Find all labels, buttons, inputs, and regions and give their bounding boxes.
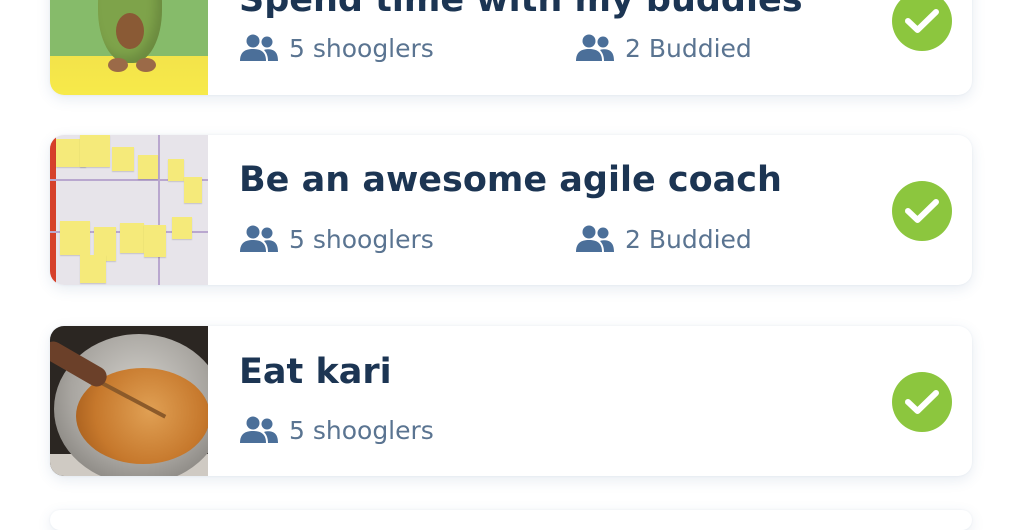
complete-check-button[interactable] — [892, 0, 952, 51]
shooglers-count: 5 shooglers — [239, 222, 434, 256]
goal-image-cooking-bowl — [50, 326, 208, 476]
shooglers-label: 5 shooglers — [289, 33, 434, 63]
goal-card[interactable]: Be an awesome agile coach 5 shooglers 2 … — [50, 135, 972, 285]
goal-image-whiteboard — [50, 135, 208, 285]
goal-list: Spend time with my buddies 5 shooglers 2… — [0, 0, 1024, 530]
checkmark-icon — [905, 390, 939, 414]
goal-title: Eat kari — [239, 352, 392, 392]
complete-check-button[interactable] — [892, 372, 952, 432]
people-icon — [575, 34, 615, 62]
goal-card[interactable]: Eat kari 5 shooglers — [50, 326, 972, 476]
goal-title: Spend time with my buddies — [239, 0, 803, 20]
goal-card[interactable]: Spend time with my buddies 5 shooglers 2… — [50, 0, 972, 95]
checkmark-icon — [905, 9, 939, 33]
goal-card[interactable] — [50, 510, 972, 530]
shooglers-count: 5 shooglers — [239, 413, 434, 447]
buddied-label: 2 Buddied — [625, 33, 752, 63]
shooglers-count: 5 shooglers — [239, 31, 434, 65]
people-icon — [239, 416, 279, 444]
goal-title: Be an awesome agile coach — [239, 160, 782, 200]
buddied-count: 2 Buddied — [575, 31, 752, 65]
goal-image-avocado — [50, 0, 208, 95]
people-icon — [239, 34, 279, 62]
people-icon — [575, 225, 615, 253]
buddied-count: 2 Buddied — [575, 222, 752, 256]
checkmark-icon — [905, 199, 939, 223]
shooglers-label: 5 shooglers — [289, 224, 434, 254]
people-icon — [239, 225, 279, 253]
complete-check-button[interactable] — [892, 181, 952, 241]
buddied-label: 2 Buddied — [625, 224, 752, 254]
shooglers-label: 5 shooglers — [289, 415, 434, 445]
